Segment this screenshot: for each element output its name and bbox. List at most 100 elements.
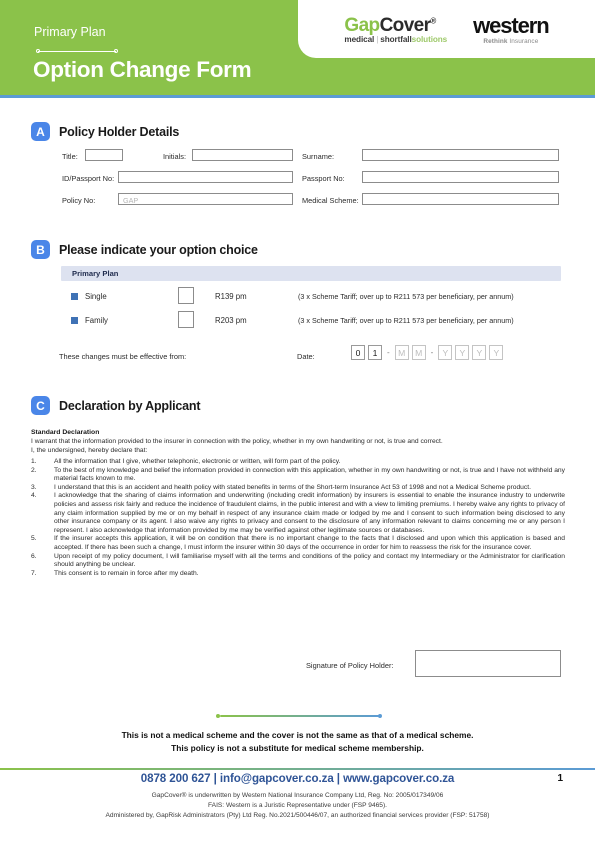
footer-legal-3: Administered by, GapRisk Administrators …	[105, 812, 490, 819]
section-a-title: Policy Holder Details	[59, 124, 180, 139]
declaration-list: 1. All the information that I give, whet…	[31, 458, 565, 578]
header-blue-rule	[0, 95, 595, 98]
declaration-item-number: 6.	[31, 552, 37, 560]
footer-phone[interactable]: 0878 200 627	[141, 772, 211, 785]
footer-website[interactable]: www.gapcover.co.za	[343, 772, 454, 785]
date-separator-2: -	[430, 348, 434, 357]
option-single-note: (3 x Scheme Tariff; over up to R211 573 …	[298, 292, 514, 301]
western-logo-name: western	[473, 12, 550, 38]
page-number: 1	[557, 773, 563, 784]
option-family-checkbox[interactable]	[178, 311, 194, 328]
declaration-item: 6. Upon receipt of my policy document, I…	[31, 553, 565, 570]
declaration-item: 3. I understand that this is an accident…	[31, 484, 565, 493]
date-year-4[interactable]: Y	[489, 345, 504, 360]
western-tagline-insurance: Insurance	[507, 37, 539, 45]
header-eyebrow: Primary Plan	[34, 25, 106, 39]
declaration-item-number: 3.	[31, 483, 37, 491]
plan-band-label: Primary Plan	[72, 269, 119, 278]
disclaimer-line-1: This is not a medical scheme and the cov…	[121, 730, 474, 740]
option-single-checkbox[interactable]	[178, 287, 194, 304]
initials-input[interactable]	[192, 149, 293, 161]
footer-separator-1: |	[213, 772, 217, 785]
declaration-item-number: 7.	[31, 569, 37, 577]
signature-label: Signature of Policy Holder:	[306, 661, 394, 670]
declaration-item: 1. All the information that I give, whet…	[31, 458, 565, 467]
id-passport-input[interactable]	[118, 171, 293, 183]
date-year-3[interactable]: Y	[472, 345, 487, 360]
disclaimer-line-2: This policy is not a substitute for medi…	[171, 743, 424, 753]
title-input[interactable]	[85, 149, 123, 161]
option-family-price: R203 pm	[215, 316, 247, 325]
passport-input[interactable]	[362, 171, 559, 183]
gapcover-tagline-medical: medical	[344, 34, 375, 44]
page-title: Option Change Form	[33, 57, 252, 82]
declaration-item-text: Upon receipt of my policy document, I wi…	[54, 552, 565, 569]
declaration-item-number: 1.	[31, 458, 37, 465]
standard-declaration-heading: Standard Declaration	[31, 429, 100, 436]
gapcover-tagline-solutions: solutions	[411, 34, 448, 44]
policy-no-input[interactable]: GAP	[118, 193, 293, 205]
family-bullet-icon	[71, 317, 78, 324]
declaration-item: 7. This consent is to remain in force af…	[31, 570, 565, 579]
declaration-item-number: 2.	[31, 466, 37, 474]
header-divider-rule	[36, 49, 118, 54]
declaration-item-text: All the information that I give, whether…	[54, 458, 341, 465]
disclaimer-rule-dot-right	[378, 714, 382, 718]
effective-date-input-group[interactable]: 0 1 - M M - Y Y Y Y	[351, 345, 504, 360]
declaration-intro-1: I warrant that the information provided …	[31, 438, 443, 445]
declaration-item: 5. If the insurer accepts this applicati…	[31, 535, 565, 552]
gapcover-tagline-shortfall: shortfall	[380, 34, 412, 44]
western-tagline-rethink: Rethink	[483, 37, 508, 45]
date-month-1[interactable]: M	[394, 345, 409, 360]
footer-legal-2: FAIS: Western is a Juristic Representati…	[208, 802, 387, 809]
footer-rule	[0, 768, 595, 770]
footer-email[interactable]: info@gapcover.co.za	[220, 772, 334, 785]
date-day-2[interactable]: 1	[368, 345, 382, 360]
title-label: Title:	[62, 152, 78, 161]
declaration-item-text: To the best of my knowledge and belief t…	[54, 466, 565, 483]
section-c-header: C Declaration by Applicant	[31, 396, 200, 415]
date-month-2[interactable]: M	[411, 345, 426, 360]
declaration-item: 2. To the best of my knowledge and belie…	[31, 467, 565, 484]
section-c-title: Declaration by Applicant	[59, 398, 201, 413]
section-c-badge: C	[31, 396, 50, 415]
date-year-1[interactable]: Y	[438, 345, 453, 360]
gapcover-logo-gap: Gap	[344, 14, 380, 36]
declaration-intro-2: I, the undersigned, hereby declare that:	[31, 447, 148, 454]
declaration-item: 4. I acknowledge that the sharing of cla…	[31, 492, 565, 535]
option-family-note: (3 x Scheme Tariff; over up to R211 573 …	[298, 316, 514, 325]
western-logo: western Rethink Insurance	[473, 12, 550, 45]
declaration-item-text: This consent is to remain in force after…	[54, 569, 199, 577]
option-change-form-page: GapCover® medical | shortfallsolutions wes…	[0, 0, 595, 841]
signature-input[interactable]	[415, 650, 561, 677]
option-single-label: Single	[85, 292, 107, 301]
declaration-item-text: If the insurer accepts this application,…	[54, 535, 565, 551]
footer-legal-1: GapCover® is underwritten by Western Nat…	[151, 792, 444, 799]
declaration-item-number: 5.	[31, 535, 37, 543]
section-a-badge: A	[31, 122, 50, 141]
date-day-1[interactable]: 0	[351, 345, 365, 360]
section-b-badge: B	[31, 240, 50, 259]
plan-band: Primary Plan	[61, 266, 561, 281]
option-family-label: Family	[85, 316, 108, 325]
medical-scheme-input[interactable]	[362, 193, 559, 205]
section-a-header: A Policy Holder Details	[31, 122, 179, 141]
date-year-2[interactable]: Y	[455, 345, 470, 360]
date-separator-1: -	[387, 348, 390, 357]
policy-no-placeholder: GAP	[123, 196, 139, 205]
logo-panel: GapCover® medical | shortfallsolutions wes…	[298, 0, 595, 58]
footer-contact-line: 0878 200 627 | info@gapcover.co.za | www…	[0, 772, 595, 785]
declaration-item-text: I understand that this is an accident an…	[54, 483, 531, 491]
gapcover-logo-cover: Cover	[379, 14, 431, 36]
section-b-header: B Please indicate your option choice	[31, 240, 258, 259]
passport-label: Passport No:	[302, 174, 345, 183]
medical-scheme-label: Medical Scheme:	[302, 196, 359, 205]
registered-trademark-icon: ®	[430, 16, 436, 26]
single-bullet-icon	[71, 293, 78, 300]
effective-from-label: These changes must be effective from:	[59, 352, 187, 361]
date-label: Date:	[297, 352, 315, 361]
surname-input[interactable]	[362, 149, 559, 161]
declaration-item-number: 4.	[31, 492, 37, 500]
declaration-item-text: I acknowledge that the sharing of claims…	[54, 492, 565, 534]
policy-no-label: Policy No:	[62, 196, 96, 205]
